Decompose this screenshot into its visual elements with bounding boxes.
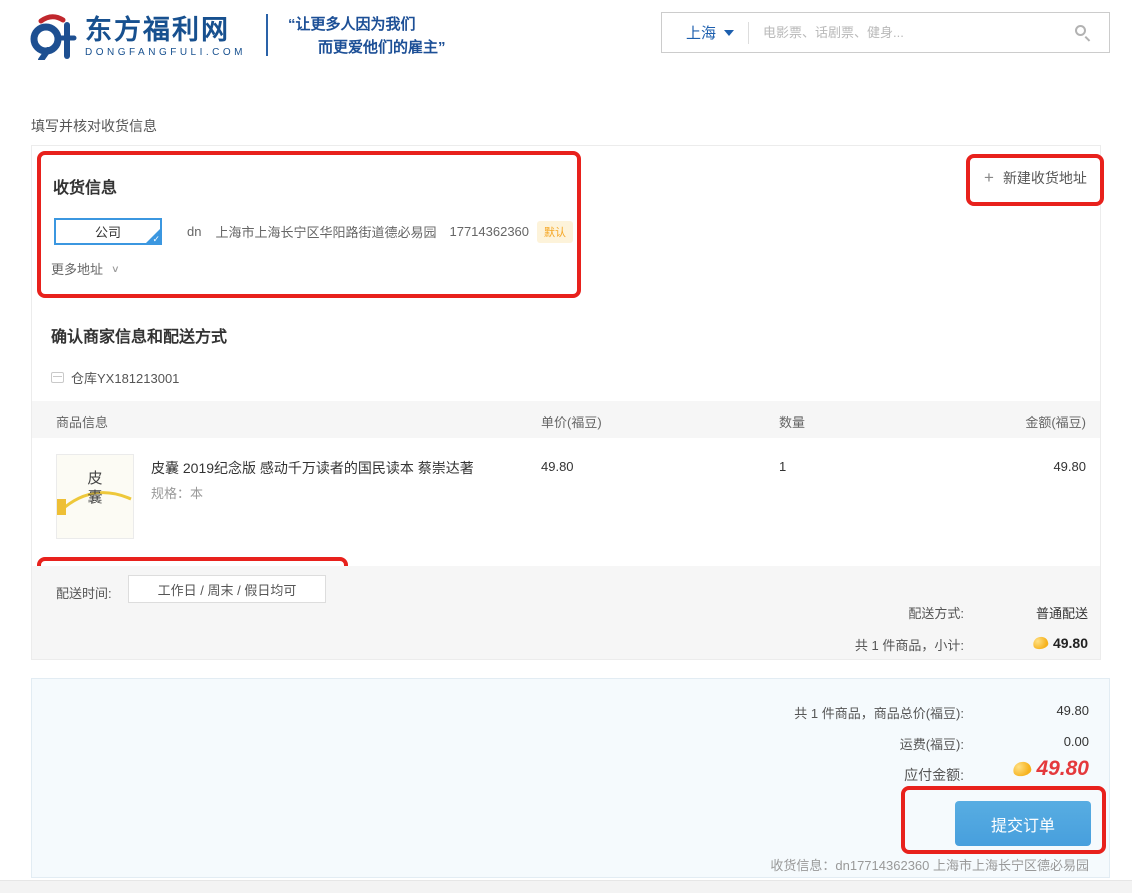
payable-label: 应付金额: [904, 765, 964, 785]
product-amount: 49.80 [1053, 459, 1086, 474]
check-icon: ✓ [152, 234, 160, 245]
address-tag-label: 公司 [95, 222, 121, 241]
brand-text: 东方福利网 DONGFANGFULI.COM [85, 15, 246, 58]
total-price-label: 共 1 件商品，商品总价(福豆): [794, 703, 964, 722]
warehouse-icon [51, 372, 64, 383]
address-tag-company[interactable]: 公司 ✓ [54, 218, 162, 245]
new-address-label: 新建收货地址 [1003, 168, 1087, 188]
summary-panel: 共 1 件商品，商品总价(福豆): 49.80 运费(福豆): 0.00 应付金… [31, 678, 1110, 878]
col-amount: 金额(福豆) [1025, 412, 1086, 431]
cover-char-top: 皮 [87, 469, 102, 488]
delivery-time-label: 配送时间: [56, 583, 112, 602]
more-addresses-label: 更多地址 [51, 259, 103, 278]
total-price-value: 49.80 [1056, 703, 1089, 718]
search-bar: 上海 [661, 12, 1110, 53]
merchant-section-title: 确认商家信息和配送方式 [51, 323, 227, 347]
subtotal-amount: 49.80 [1033, 635, 1088, 651]
cover-chip [57, 499, 66, 515]
cover-title-chars: 皮 囊 [87, 469, 102, 507]
cover-char-bottom: 囊 [87, 488, 102, 507]
bean-icon [1032, 635, 1049, 650]
product-title[interactable]: 皮囊 2019纪念版 感动千万读者的国民读本 蔡崇达著 [151, 458, 474, 478]
chevron-down-icon: ∨ [111, 263, 120, 274]
city-selector[interactable]: 上海 [662, 22, 748, 43]
search-icon-lens [1075, 25, 1086, 36]
site-header: 东方福利网 DONGFANGFULI.COM “让更多人因为我们 而更爱他们的雇… [0, 0, 1132, 80]
plus-icon: + [984, 168, 994, 188]
bean-icon [1012, 760, 1033, 778]
total-price-row: 共 1 件商品，商品总价(福豆): 49.80 [32, 703, 1109, 723]
footer-strip [0, 880, 1132, 893]
dropdown-arrow-icon [724, 30, 734, 36]
order-panel: 收货信息 + 新建收货地址 公司 ✓ dn 上海市上海长宁区华阳路街道德必易园 … [31, 145, 1101, 660]
product-unit-price: 49.80 [541, 459, 574, 474]
brand-name-cn: 东方福利网 [85, 15, 246, 45]
address-row: 公司 ✓ dn 上海市上海长宁区华阳路街道德必易园 17714362360 默认 [54, 218, 573, 245]
product-table-header: 商品信息 单价(福豆) 数量 金额(福豆) [32, 401, 1100, 438]
city-label: 上海 [686, 22, 716, 43]
new-address-button[interactable]: + 新建收货地址 [984, 168, 1087, 188]
shipping-info-summary: 收货信息：dn17714362360 上海市上海长宁区德必易园 [770, 855, 1089, 874]
product-image[interactable]: 皮 囊 [56, 454, 134, 539]
slogan-line-1: “让更多人因为我们 [288, 13, 446, 36]
warehouse-row: 仓库YX181213001 [51, 368, 179, 387]
shipping-fee-value: 0.00 [1064, 734, 1089, 749]
warehouse-label: 仓库YX181213001 [71, 368, 179, 387]
address-section-title: 收货信息 [53, 174, 117, 198]
delivery-method-row: 配送方式: 普通配送 [32, 603, 1100, 621]
site-logo[interactable]: 东方福利网 DONGFANGFULI.COM [27, 12, 246, 60]
recipient-name: dn [187, 224, 201, 239]
more-addresses-toggle[interactable]: 更多地址 ∨ [51, 259, 120, 278]
shipping-fee-row: 运费(福豆): 0.00 [32, 734, 1109, 754]
search-input[interactable] [749, 25, 1075, 40]
brand-slogan: “让更多人因为我们 而更爱他们的雇主” [288, 13, 446, 59]
col-product-info: 商品信息 [56, 412, 108, 431]
payable-amount: 49.80 [1013, 757, 1089, 781]
address-detail: 上海市上海长宁区华阳路街道德必易园 [215, 222, 436, 241]
payable-value: 49.80 [1036, 757, 1089, 781]
recipient-phone: 17714362360 [449, 224, 529, 239]
product-quantity: 1 [779, 459, 786, 474]
default-badge: 默认 [537, 221, 573, 243]
col-unit-price: 单价(福豆) [541, 412, 602, 431]
delivery-time-option[interactable]: 工作日 / 周末 / 假日均可 [128, 575, 326, 603]
header-divider [266, 14, 268, 56]
shipping-fee-label: 运费(福豆): [900, 734, 964, 753]
search-icon-handle [1085, 36, 1091, 42]
subtotal-label: 共 1 件商品，小计: [855, 635, 964, 654]
product-spec: 规格：本 [151, 483, 203, 502]
subtotal-row: 共 1 件商品，小计: 49.80 [32, 635, 1100, 653]
brand-logo-icon [27, 12, 79, 60]
submit-order-button[interactable]: 提交订单 [955, 801, 1091, 846]
subtotal-value: 49.80 [1053, 635, 1088, 651]
delivery-method-value: 普通配送 [1036, 603, 1088, 622]
checkout-page: 东方福利网 DONGFANGFULI.COM “让更多人因为我们 而更爱他们的雇… [0, 0, 1132, 893]
search-icon[interactable] [1075, 25, 1091, 41]
delivery-method-label: 配送方式: [908, 603, 964, 622]
slogan-line-2: 而更爱他们的雇主” [288, 36, 446, 59]
brand-name-en: DONGFANGFULI.COM [85, 47, 246, 58]
page-title: 填写并核对收货信息 [31, 116, 157, 136]
delivery-subtotal-box: 配送时间: 工作日 / 周末 / 假日均可 配送方式: 普通配送 共 1 件商品… [32, 566, 1100, 659]
col-quantity: 数量 [779, 412, 805, 431]
payable-row: 应付金额: 49.80 [32, 763, 1109, 783]
